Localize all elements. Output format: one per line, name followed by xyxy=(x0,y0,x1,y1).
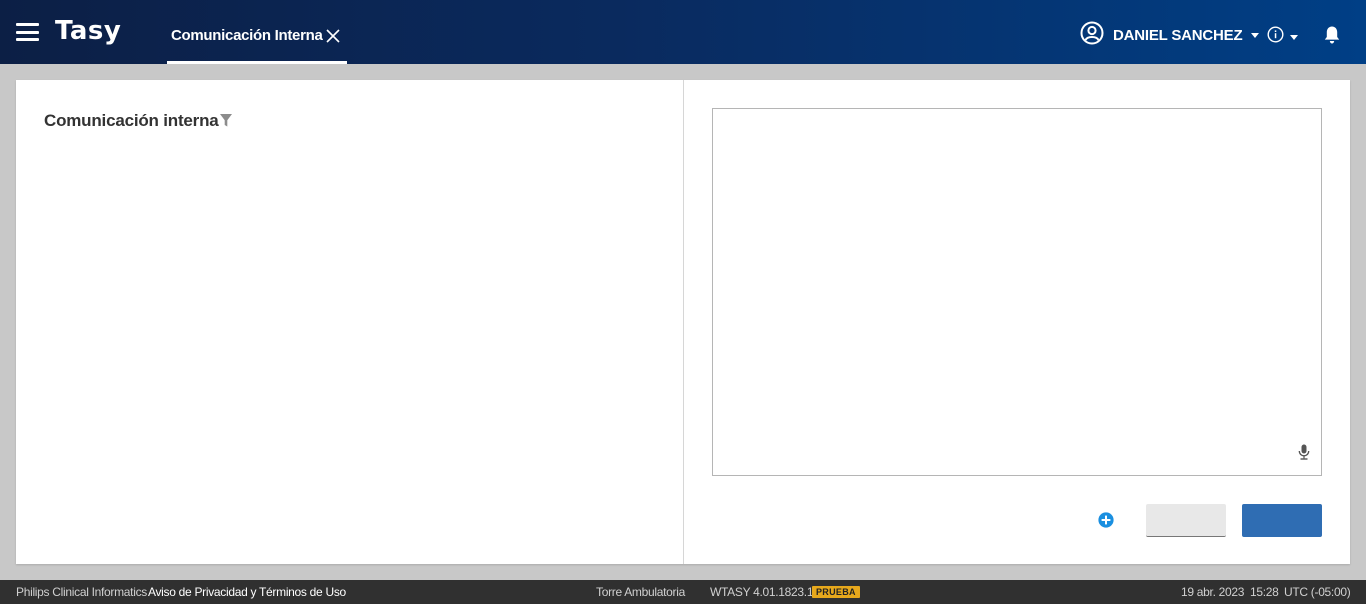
close-icon[interactable] xyxy=(325,28,341,44)
status-footer: Philips Clinical Informatics Aviso de Pr… xyxy=(0,580,1366,604)
user-circle-icon xyxy=(1080,21,1104,50)
filter-icon[interactable] xyxy=(219,112,232,132)
footer-time: 15:28 xyxy=(1250,585,1279,599)
message-textarea[interactable] xyxy=(712,108,1322,476)
main-panel: Comunicación interna xyxy=(16,80,1350,564)
top-bar: Tasy Comunicación Interna DANIEL SANCHEZ xyxy=(0,0,1366,64)
microphone-icon[interactable] xyxy=(1298,444,1310,465)
privacy-terms-link[interactable]: Aviso de Privacidad y Términos de Uso xyxy=(148,585,346,599)
chevron-down-icon xyxy=(1251,32,1260,38)
panel-title-label: Comunicación interna xyxy=(44,111,219,130)
footer-company: Philips Clinical Informatics xyxy=(16,585,147,599)
environment-badge: PRUEBA xyxy=(812,586,860,598)
chevron-down-icon xyxy=(1290,34,1298,40)
footer-version: WTASY 4.01.1823.14 xyxy=(710,585,820,599)
communication-list-panel: Comunicación interna xyxy=(16,80,684,564)
footer-timezone: UTC (-05:00) xyxy=(1284,585,1351,599)
info-menu[interactable] xyxy=(1267,26,1298,48)
app-logo: Tasy xyxy=(55,16,122,46)
user-menu[interactable]: DANIEL SANCHEZ xyxy=(1080,21,1260,50)
footer-location: Torre Ambulatoria xyxy=(596,585,685,599)
panel-title: Comunicación interna xyxy=(44,110,232,132)
secondary-button[interactable] xyxy=(1146,504,1226,537)
hamburger-menu-icon[interactable] xyxy=(16,23,39,41)
plus-circle-icon[interactable] xyxy=(1098,512,1114,533)
footer-date: 19 abr. 2023 xyxy=(1181,585,1245,599)
bell-icon[interactable] xyxy=(1323,25,1341,50)
tab-comunicacion-interna[interactable]: Comunicación Interna xyxy=(167,0,347,64)
user-name: DANIEL SANCHEZ xyxy=(1113,26,1243,44)
primary-button[interactable] xyxy=(1242,504,1322,537)
info-icon xyxy=(1267,26,1284,48)
tab-label: Comunicación Interna xyxy=(171,27,323,44)
